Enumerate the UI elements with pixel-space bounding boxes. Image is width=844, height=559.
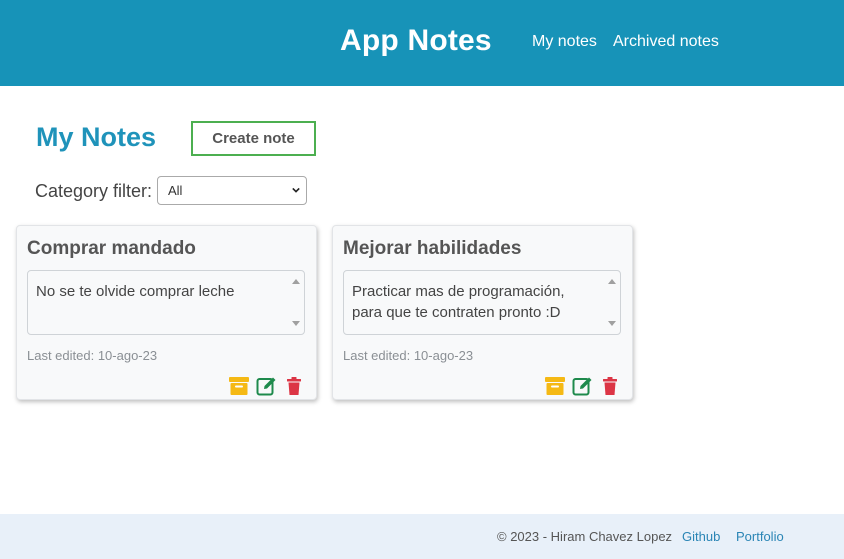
note-card: Mejorar habilidades Practicar mas de pro… — [332, 225, 633, 400]
page-title: My Notes — [36, 122, 157, 152]
note-body-scrollbar[interactable] — [605, 272, 619, 333]
category-filter-select[interactable]: All — [157, 176, 307, 205]
note-actions — [228, 376, 308, 396]
edit-icon[interactable] — [572, 376, 594, 396]
category-filter-label: Category filter: — [35, 181, 153, 201]
nav-archived-notes[interactable]: Archived notes — [613, 33, 719, 51]
note-title: Mejorar habilidades — [343, 238, 522, 259]
app-brand[interactable]: App Notes — [340, 24, 492, 58]
note-last-edited: Last edited: 10-ago-23 — [27, 348, 158, 363]
nav-my-notes[interactable]: My notes — [532, 33, 597, 51]
create-note-button[interactable]: Create note — [191, 121, 316, 156]
category-filter-value: All — [168, 183, 183, 198]
page: App Notes My notes Archived notes My Not… — [0, 0, 844, 559]
note-card: Comprar mandado No se te olvide comprar … — [16, 225, 317, 400]
footer-link-portfolio[interactable]: Portfolio — [736, 529, 784, 544]
note-body-textarea[interactable]: Practicar mas de programación, para que … — [343, 270, 621, 335]
scroll-down-arrow-icon[interactable] — [292, 321, 300, 327]
note-last-edited: Last edited: 10-ago-23 — [343, 348, 474, 363]
archive-icon[interactable] — [544, 376, 566, 396]
note-body-text: No se te olvide comprar leche — [36, 283, 235, 300]
scroll-down-arrow-icon[interactable] — [608, 321, 616, 327]
chevron-down-icon — [292, 187, 300, 193]
scroll-up-arrow-icon[interactable] — [292, 278, 300, 284]
trash-icon[interactable] — [601, 376, 619, 396]
footer: © 2023 - Hiram Chavez Lopez Github Portf… — [0, 514, 844, 559]
scroll-up-arrow-icon[interactable] — [608, 278, 616, 284]
footer-link-github[interactable]: Github — [682, 529, 720, 544]
note-actions — [544, 376, 624, 396]
note-body-text: Practicar mas de programación, para que … — [352, 283, 565, 321]
edit-icon[interactable] — [256, 376, 278, 396]
note-body-textarea[interactable]: No se te olvide comprar leche — [27, 270, 305, 335]
trash-icon[interactable] — [285, 376, 303, 396]
note-title: Comprar mandado — [27, 238, 196, 259]
footer-copyright: © 2023 - Hiram Chavez Lopez — [497, 529, 673, 544]
note-body-scrollbar[interactable] — [289, 272, 303, 333]
archive-icon[interactable] — [228, 376, 250, 396]
top-navbar: App Notes My notes Archived notes — [0, 0, 844, 86]
